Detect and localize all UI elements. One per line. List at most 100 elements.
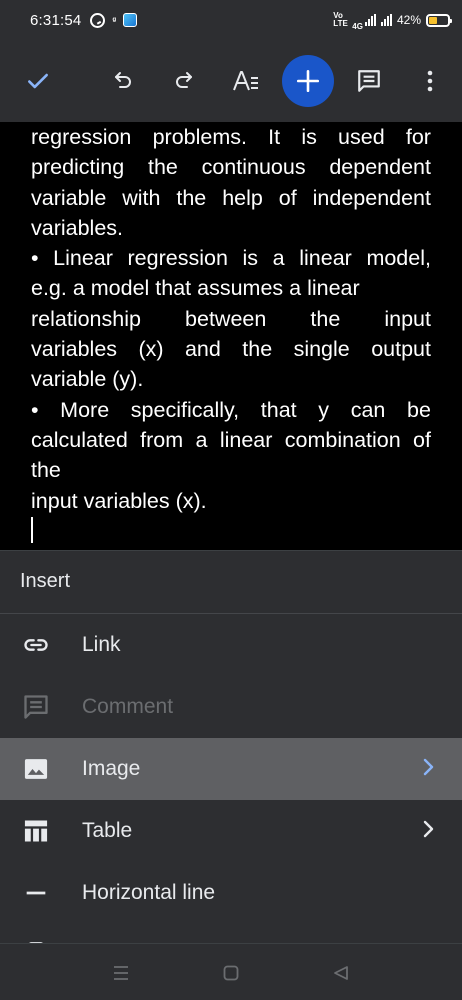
recents-button[interactable] — [108, 960, 134, 986]
doc-word: can — [350, 397, 386, 422]
doc-line: regression problems. It is used for — [31, 122, 431, 152]
status-time: 6:31:54 — [30, 11, 82, 29]
undo-button[interactable] — [100, 58, 146, 104]
next-menu-item-partial[interactable] — [0, 924, 462, 943]
insert-table-item[interactable]: Table — [0, 800, 462, 862]
signal-icon — [364, 14, 376, 26]
insert-link-item[interactable]: Link — [0, 614, 462, 676]
doc-line: e.g. a model that assumes a linear — [31, 276, 360, 301]
check-icon — [28, 73, 48, 89]
doc-word: predicting — [31, 155, 125, 180]
network-type: 4G — [352, 21, 363, 31]
text-format-icon — [233, 71, 258, 91]
home-button[interactable] — [218, 960, 244, 986]
doc-word: regression — [127, 246, 228, 271]
document-body[interactable]: regression problems. It is used for predictin… — [0, 122, 462, 550]
redo-button[interactable] — [161, 58, 207, 104]
doc-word: the — [147, 155, 178, 180]
doc-word: the — [310, 306, 341, 331]
back-icon — [334, 966, 348, 980]
menu-item-label: Image — [82, 757, 141, 780]
editor-toolbar — [0, 40, 462, 122]
notification-glyph: ᵍ — [112, 15, 116, 25]
doc-word: Linear — [53, 246, 113, 271]
insert-plus-icon — [296, 69, 320, 93]
doc-word: be — [407, 397, 431, 422]
doc-word: input — [384, 306, 431, 331]
doc-line: variables (x) and the single output — [31, 334, 431, 364]
doc-word: combination — [284, 427, 401, 452]
app-notification-icon — [122, 13, 137, 27]
image-icon — [22, 755, 50, 783]
doc-word: variable — [31, 185, 107, 210]
status-right-icons: Vo LTE 4G 42% — [333, 10, 452, 31]
doc-word: problems. — [152, 125, 247, 149]
doc-line: input variables (x). — [31, 488, 207, 513]
doc-word: used — [338, 125, 385, 149]
comment-button[interactable] — [346, 58, 392, 104]
menu-item-label: Horizontal line — [82, 881, 216, 904]
doc-line: • Linear regression is a linear model, — [31, 243, 431, 273]
battery-icon — [426, 13, 452, 27]
more-options-icon — [427, 70, 433, 92]
status-left-icons: ᵍ — [90, 12, 137, 28]
whatsapp-icon — [90, 12, 106, 28]
insert-image-item[interactable]: Image — [0, 738, 462, 800]
doc-word: output — [371, 337, 431, 362]
text-cursor — [31, 517, 33, 543]
insert-menu-title: Insert — [20, 570, 71, 592]
doc-line: • More specifically, that y can be — [31, 395, 431, 425]
home-icon — [223, 965, 239, 981]
more-options-button[interactable] — [407, 58, 453, 104]
doc-word: a — [195, 427, 208, 452]
doc-word: model, — [366, 246, 431, 271]
insert-horizontal-line-item[interactable]: Horizontal line — [0, 862, 462, 924]
doc-word: dependent — [329, 155, 431, 180]
doc-word: the — [176, 185, 207, 210]
doc-word: It — [268, 125, 281, 149]
doc-line: calculated from a linear combination of — [31, 425, 431, 455]
doc-word: independent — [312, 185, 431, 210]
doc-line: the — [31, 458, 61, 483]
battery-percent: 42% — [396, 13, 421, 27]
text-format-button[interactable] — [223, 58, 269, 104]
insert-menu: Insert Link Comment Image Table Horizont… — [0, 550, 462, 943]
doc-word: between — [185, 306, 267, 331]
doc-line: predicting the continuous dependent — [31, 152, 431, 182]
comment-icon — [358, 70, 380, 92]
signal-icon-2 — [380, 14, 392, 26]
doc-word: regression — [31, 125, 132, 149]
horizontal-line-icon — [22, 879, 50, 907]
volte-icon: Vo LTE — [333, 11, 348, 28]
doc-word: a — [272, 246, 285, 271]
doc-word: variables — [31, 337, 118, 362]
document-text[interactable]: regression problems. It is used for predictin… — [31, 122, 431, 516]
menu-item-label: Table — [82, 819, 133, 842]
doc-word: of — [278, 185, 297, 210]
undo-icon — [115, 72, 131, 88]
back-button[interactable] — [328, 960, 354, 986]
insert-plus-button[interactable] — [282, 55, 334, 107]
doc-word: y — [318, 397, 330, 422]
doc-word: help — [222, 185, 263, 210]
doc-line: variable with the help of independent — [31, 183, 431, 213]
doc-word: single — [293, 337, 350, 362]
doc-word: (x) — [138, 337, 164, 362]
doc-word: with — [122, 185, 161, 210]
menu-item-label: Link — [82, 633, 121, 656]
doc-word: continuous — [201, 155, 306, 180]
doc-word: • — [31, 246, 39, 271]
insert-comment-item[interactable]: Comment — [0, 676, 462, 738]
doc-word: and — [184, 337, 221, 362]
doc-word: that — [260, 397, 297, 422]
doc-word: from — [140, 427, 184, 452]
comment-icon — [22, 693, 50, 721]
doc-word: the — [242, 337, 273, 362]
doc-word: relationship — [31, 306, 141, 331]
doc-word: More — [60, 397, 110, 422]
doc-line: variable (y). — [31, 367, 144, 392]
doc-word: is — [242, 246, 259, 271]
link-icon — [22, 631, 50, 659]
check-button[interactable] — [15, 58, 61, 104]
recents-icon — [114, 966, 128, 980]
